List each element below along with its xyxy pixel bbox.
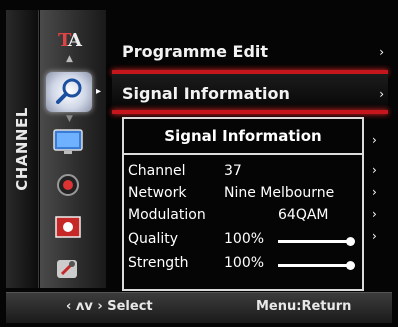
chevron-right-icon: ›	[379, 45, 384, 59]
info-value: 100%	[224, 255, 265, 271]
info-key: Network	[128, 185, 187, 201]
info-key: Channel	[128, 163, 186, 179]
section-title-bar: CHANNEL	[6, 10, 39, 288]
tv-icon[interactable]	[50, 126, 86, 156]
chevron-right-icon: ›	[372, 185, 377, 199]
quality-level-bar	[278, 237, 355, 246]
menu-item-signal-information[interactable]: Signal Information ›	[112, 74, 396, 114]
info-row-channel: Channel 37	[128, 163, 360, 185]
search-icon[interactable]	[46, 72, 92, 112]
scroll-up-arrow-icon: ▲	[66, 54, 73, 64]
menu-item-label: Programme Edit	[122, 42, 269, 61]
ta-icon[interactable]: TA	[50, 24, 86, 54]
signal-info-dialog: Signal Information Channel 37 Network Ni…	[122, 117, 364, 291]
chevron-right-icon: ›	[372, 229, 377, 243]
chevron-right-icon: ›	[372, 163, 377, 177]
tv-menu-screen: CHANNEL TA ▲ ▸ ▼ Programme Edit › Signal…	[0, 0, 398, 327]
info-key: Strength	[128, 255, 189, 271]
info-value: 100%	[224, 231, 265, 247]
info-value: 64QAM	[278, 207, 329, 223]
return-hint: Menu:Return	[256, 299, 352, 314]
chevron-right-icon: ›	[372, 133, 377, 147]
photo-icon[interactable]	[50, 212, 86, 242]
dialog-title: Signal Information	[124, 119, 362, 155]
chevron-right-icon: ›	[379, 87, 384, 101]
chevron-right-icon: ›	[372, 207, 377, 221]
info-row-modulation: Modulation 64QAM	[128, 207, 360, 229]
info-key: Quality	[128, 231, 179, 247]
strength-level-bar	[278, 261, 355, 270]
strength-level-knob	[346, 261, 355, 270]
submenu-arrow-icon: ▸	[96, 86, 102, 97]
menu-item-label: Signal Information	[122, 84, 290, 103]
info-value: Nine Melbourne	[224, 185, 335, 201]
info-row-quality: Quality 100%	[128, 231, 360, 253]
settings-icon[interactable]	[50, 254, 86, 284]
selection-bottom-border	[112, 110, 388, 114]
info-row-strength: Strength 100%	[128, 255, 360, 277]
select-hint: ‹ ʌv › Select	[66, 299, 153, 314]
scroll-down-arrow-icon: ▼	[66, 114, 73, 124]
menu-icon-column: TA ▲ ▸ ▼	[40, 10, 106, 288]
info-key: Modulation	[128, 207, 206, 223]
menu-item-programme-edit[interactable]: Programme Edit ›	[112, 32, 396, 72]
svg-text:A: A	[67, 30, 83, 51]
info-value: 37	[224, 163, 242, 179]
quality-level-knob	[346, 237, 355, 246]
info-row-network: Network Nine Melbourne	[128, 185, 360, 207]
record-icon[interactable]	[50, 170, 86, 200]
section-title: CHANNEL	[13, 107, 31, 191]
help-bar: ‹ ʌv › Select Menu:Return	[6, 292, 392, 323]
